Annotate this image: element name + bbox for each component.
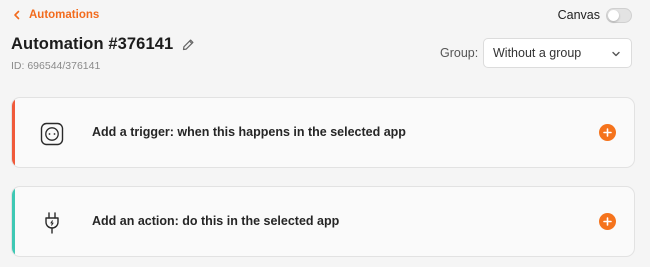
canvas-toggle-switch[interactable] [606, 7, 632, 23]
trigger-accent-bar [12, 98, 15, 167]
group-label: Group: [440, 46, 479, 60]
action-step-card[interactable]: Add an action: do this in the selected a… [11, 186, 635, 257]
action-accent-bar [12, 187, 15, 256]
automation-id: ID: 696544/376141 [11, 60, 101, 72]
chevron-left-icon [11, 9, 23, 21]
add-trigger-button[interactable] [599, 124, 616, 141]
plus-icon [603, 217, 612, 226]
toggle-knob [608, 9, 619, 21]
pencil-icon[interactable] [181, 38, 195, 52]
group-select[interactable]: Without a group [483, 38, 632, 68]
page-title: Automation #376141 [11, 35, 174, 53]
plus-icon [603, 128, 612, 137]
trigger-step-label: Add a trigger: when this happens in the … [92, 125, 406, 139]
canvas-toggle-group: Canvas [558, 7, 632, 23]
group-select-value: Without a group [493, 46, 582, 60]
canvas-label: Canvas [557, 8, 600, 22]
add-action-button[interactable] [599, 213, 616, 230]
trigger-step-card[interactable]: Add a trigger: when this happens in the … [11, 97, 635, 168]
title-row: Automation #376141 [11, 35, 195, 54]
back-link-automations[interactable]: Automations [11, 7, 99, 23]
action-step-label: Add an action: do this in the selected a… [92, 214, 340, 228]
trigger-icon [39, 121, 65, 147]
back-link-label: Automations [29, 9, 100, 21]
plug-icon [39, 210, 65, 236]
chevron-down-icon [610, 48, 622, 60]
